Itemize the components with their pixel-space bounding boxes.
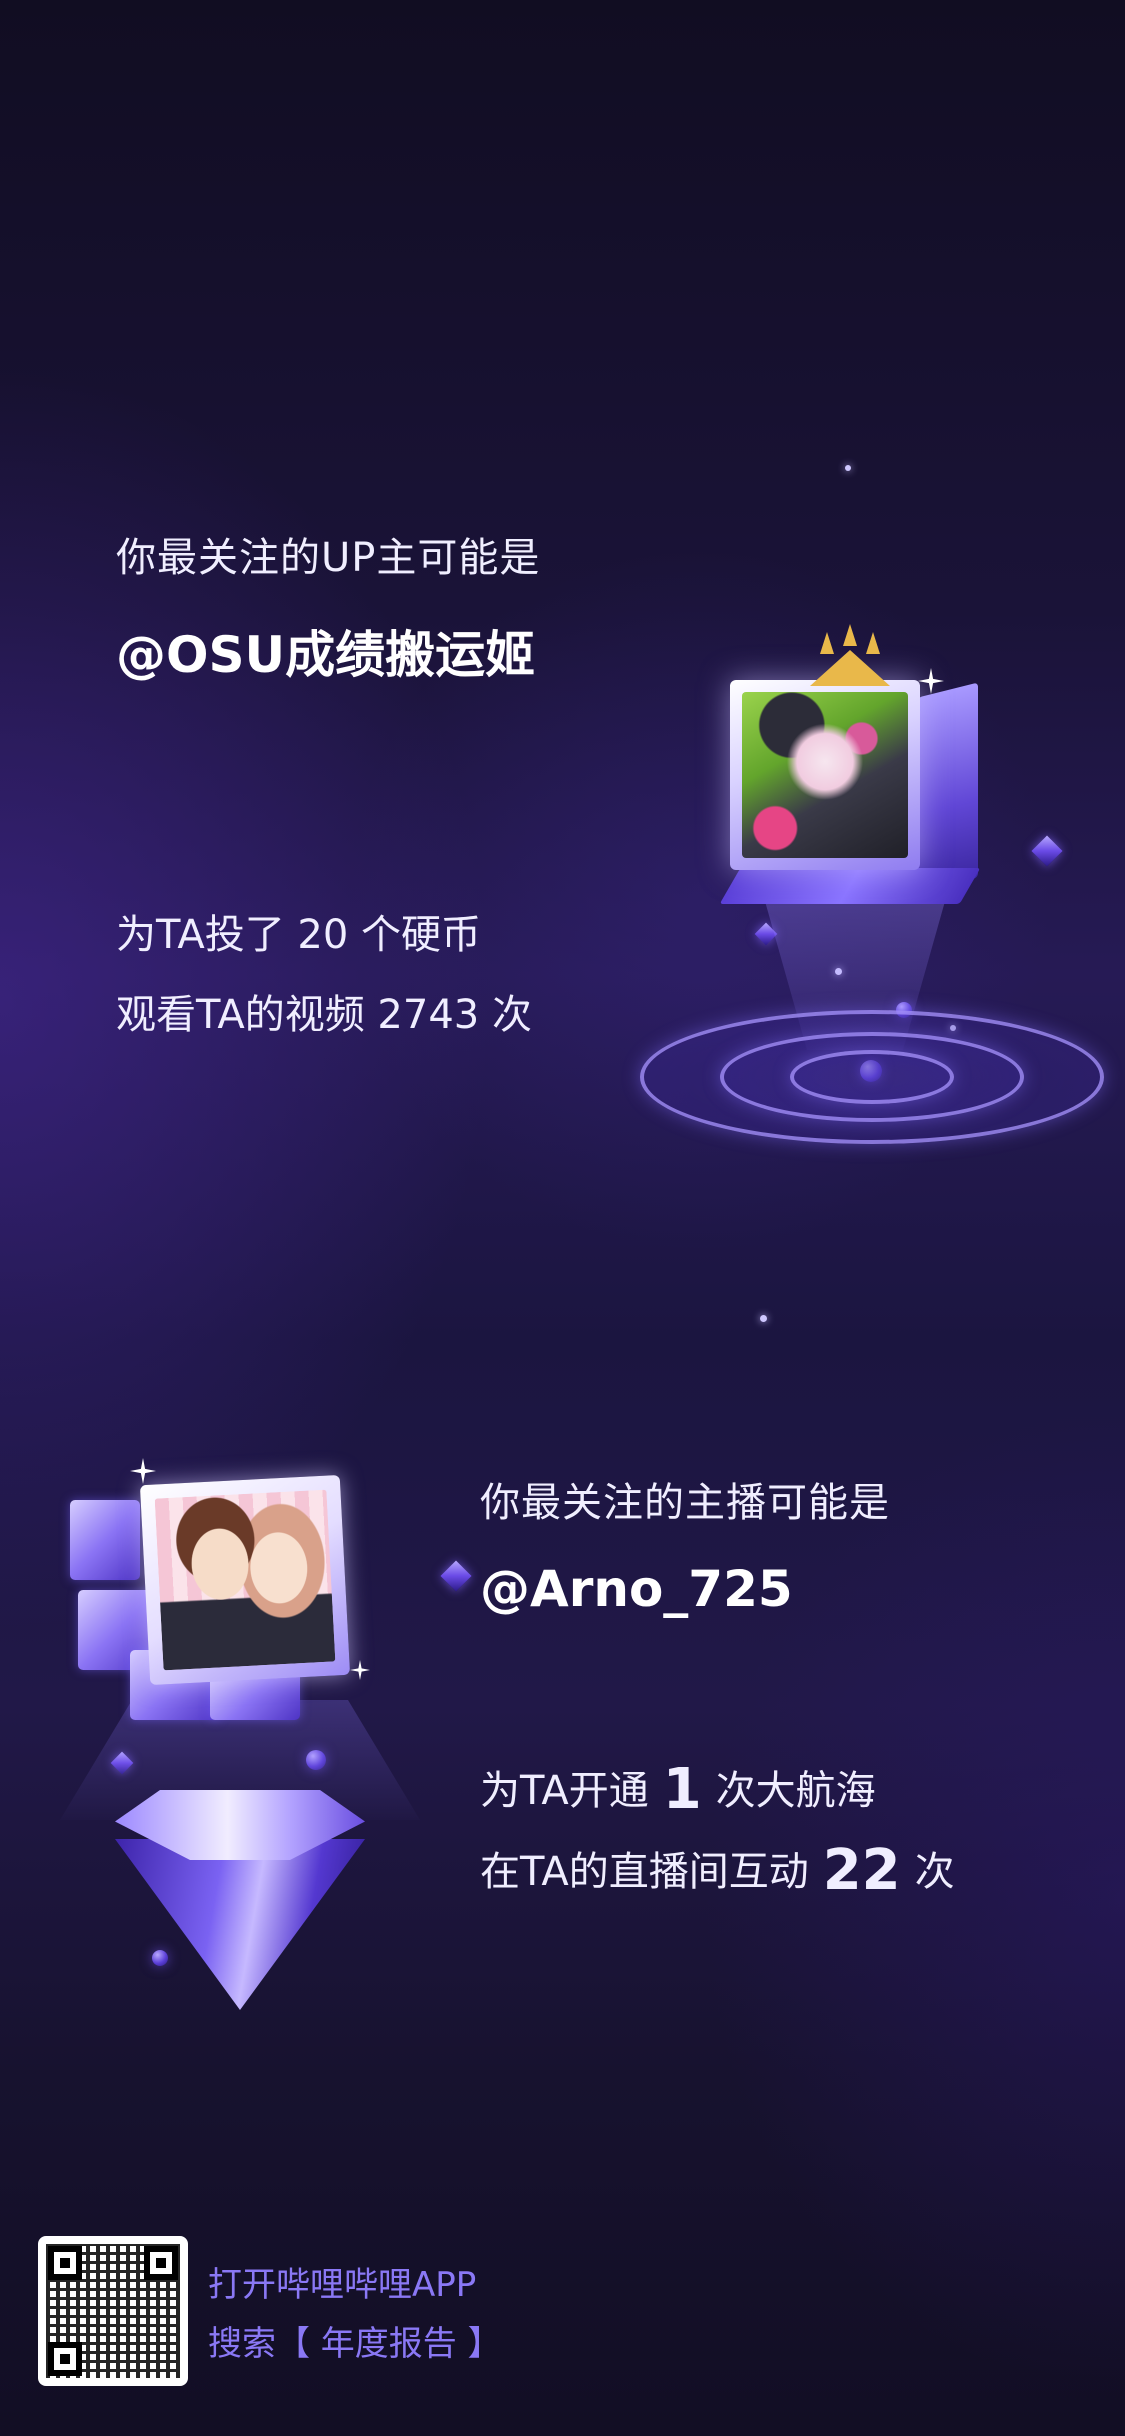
spiral-platform <box>640 1010 1104 1144</box>
cube-bottom <box>719 868 981 904</box>
coins-count: 20 <box>297 912 349 958</box>
photo-frame <box>139 1474 351 1686</box>
coins-suffix: 个硬币 <box>361 912 482 958</box>
annual-report-page: 你最关注的UP主可能是 @OSU成绩搬运姬 为TA投了 20 个硬币 观看TA的… <box>0 0 1125 2436</box>
views-count: 2743 <box>377 992 480 1038</box>
footer-line-open-app: 打开哔哩哔哩APP <box>208 2265 477 2305</box>
guard-count: 1 <box>662 1757 702 1822</box>
views-suffix: 次 <box>491 992 532 1038</box>
interact-suffix: 次 <box>914 1849 955 1895</box>
coins-stat: 为TA投了 20 个硬币 <box>116 895 532 975</box>
up-avatar-cube <box>719 624 981 904</box>
up-label: 你最关注的UP主可能是 <box>116 535 541 581</box>
views-stat: 观看TA的视频 2743 次 <box>116 975 532 1055</box>
footer-text: 打开哔哩哔哩APP 搜索【 年度报告 】 <box>208 2257 502 2365</box>
streamer-name: @Arno_725 <box>480 1560 793 1618</box>
guard-suffix: 次大航海 <box>715 1768 876 1814</box>
up-section: 你最关注的UP主可能是 @OSU成绩搬运姬 <box>116 525 540 687</box>
streamer-label: 你最关注的主播可能是 <box>480 1480 890 1526</box>
interact-stat: 在TA的直播间互动 22 次 <box>480 1831 955 1912</box>
views-prefix: 观看TA的视频 <box>116 992 365 1038</box>
footer: 打开哔哩哔哩APP 搜索【 年度报告 】 <box>38 2236 502 2386</box>
star-particle <box>760 1315 767 1322</box>
interact-prefix: 在TA的直播间互动 <box>480 1849 809 1895</box>
gem-decoration <box>440 1560 472 1592</box>
up-avatar-image <box>742 692 908 858</box>
diamond-gem <box>115 1790 365 2010</box>
streamer-stats: 为TA开通 1 次大航海 在TA的直播间互动 22 次 <box>480 1750 955 1912</box>
guard-stat: 为TA开通 1 次大航海 <box>480 1750 955 1831</box>
streamer-avatar-image <box>154 1489 336 1671</box>
cube-side <box>918 682 978 893</box>
guard-prefix: 为TA开通 <box>480 1768 649 1814</box>
coins-prefix: 为TA投了 <box>116 912 285 958</box>
sparkle-icon <box>130 1458 156 1484</box>
up-name: @OSU成绩搬运姬 <box>116 626 536 684</box>
qr-code-image[interactable] <box>38 2236 188 2386</box>
streamer-avatar-frame <box>60 1458 380 1740</box>
gem-decoration <box>1031 835 1063 867</box>
up-stats: 为TA投了 20 个硬币 观看TA的视频 2743 次 <box>116 895 532 1055</box>
footer-line-search: 搜索【 年度报告 】 <box>208 2324 502 2364</box>
star-particle <box>845 465 851 471</box>
sparkle-icon <box>350 1660 370 1680</box>
interact-count: 22 <box>822 1838 901 1903</box>
sparkle-icon <box>918 668 944 694</box>
crown-icon <box>810 624 890 686</box>
streamer-section: 你最关注的主播可能是 @Arno_725 <box>480 1470 890 1618</box>
